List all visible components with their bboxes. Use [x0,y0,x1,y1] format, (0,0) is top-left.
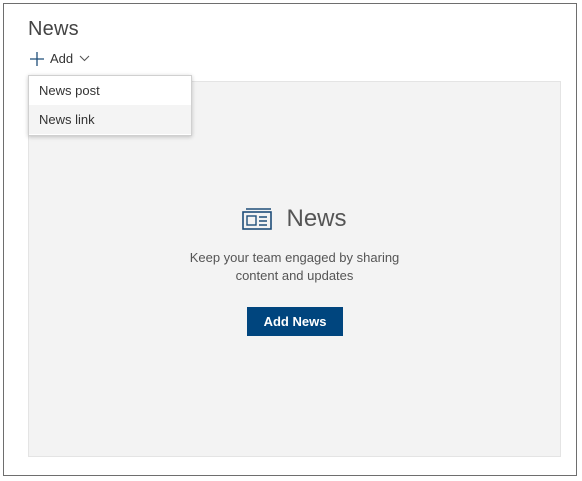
placeholder-description-line1: Keep your team engaged by sharing [189,250,400,265]
placeholder-title: News [286,205,347,232]
news-placeholder: News Keep your team engaged by sharing c… [28,81,561,457]
menu-item-news-post[interactable]: News post [29,76,191,105]
placeholder-description-line2: content and updates [235,268,354,283]
newspaper-icon [242,208,273,230]
add-command-label: Add [50,51,74,66]
plus-icon [30,51,44,66]
chevron-down-icon [79,55,90,62]
menu-item-news-link[interactable]: News link [29,105,191,134]
add-news-button[interactable]: Add News [247,307,343,336]
placeholder-description: Keep your team engaged by sharing conten… [29,249,560,285]
section-title: News [28,18,79,40]
placeholder-title-row: News [29,205,560,233]
add-command-button[interactable]: Add [30,51,90,66]
add-dropdown-menu: News post News link [28,75,192,136]
